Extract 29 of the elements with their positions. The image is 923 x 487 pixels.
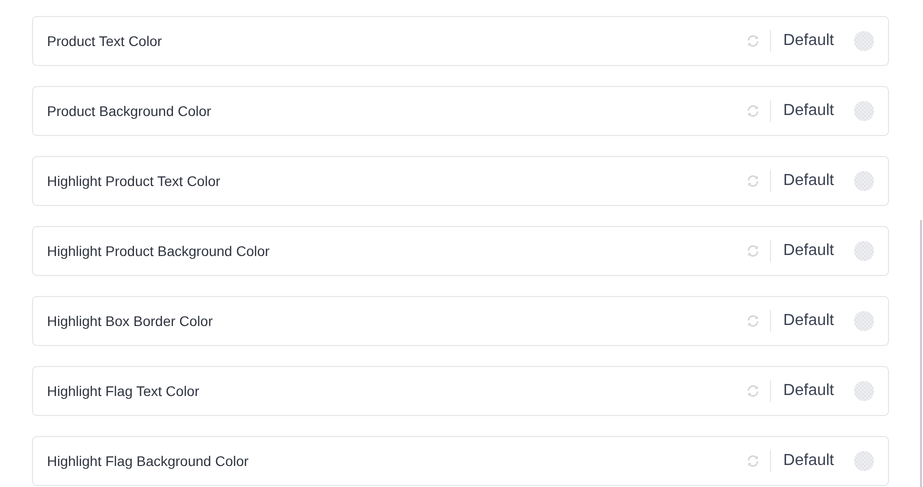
refresh-icon[interactable] (746, 384, 760, 398)
refresh-icon[interactable] (746, 174, 760, 188)
setting-label: Product Background Color (47, 103, 212, 119)
color-value: Default (783, 172, 834, 190)
refresh-icon[interactable] (746, 34, 760, 48)
color-swatch-icon[interactable] (854, 31, 874, 51)
color-value: Default (783, 382, 834, 400)
color-swatch-icon[interactable] (854, 311, 874, 331)
setting-label: Product Text Color (47, 33, 163, 49)
color-value: Default (783, 312, 834, 330)
setting-label: Highlight Product Text Color (47, 173, 222, 189)
color-swatch-icon[interactable] (854, 451, 874, 471)
color-value: Default (783, 102, 834, 120)
setting-label: Highlight Flag Background Color (47, 453, 250, 469)
color-value: Default (783, 242, 834, 260)
setting-label: Highlight Flag Text Color (47, 383, 200, 399)
refresh-icon[interactable] (746, 104, 760, 118)
color-swatch-icon[interactable] (854, 171, 874, 191)
color-swatch-icon[interactable] (854, 101, 874, 121)
color-value: Default (783, 452, 834, 470)
refresh-icon[interactable] (746, 454, 760, 468)
setting-label: Highlight Box Border Color (47, 313, 214, 329)
scrollbar[interactable] (920, 220, 922, 487)
color-value: Default (783, 32, 834, 50)
refresh-icon[interactable] (746, 244, 760, 258)
color-swatch-icon[interactable] (854, 241, 874, 261)
setting-label: Highlight Product Background Color (47, 243, 271, 259)
refresh-icon[interactable] (746, 314, 760, 328)
color-swatch-icon[interactable] (854, 381, 874, 401)
